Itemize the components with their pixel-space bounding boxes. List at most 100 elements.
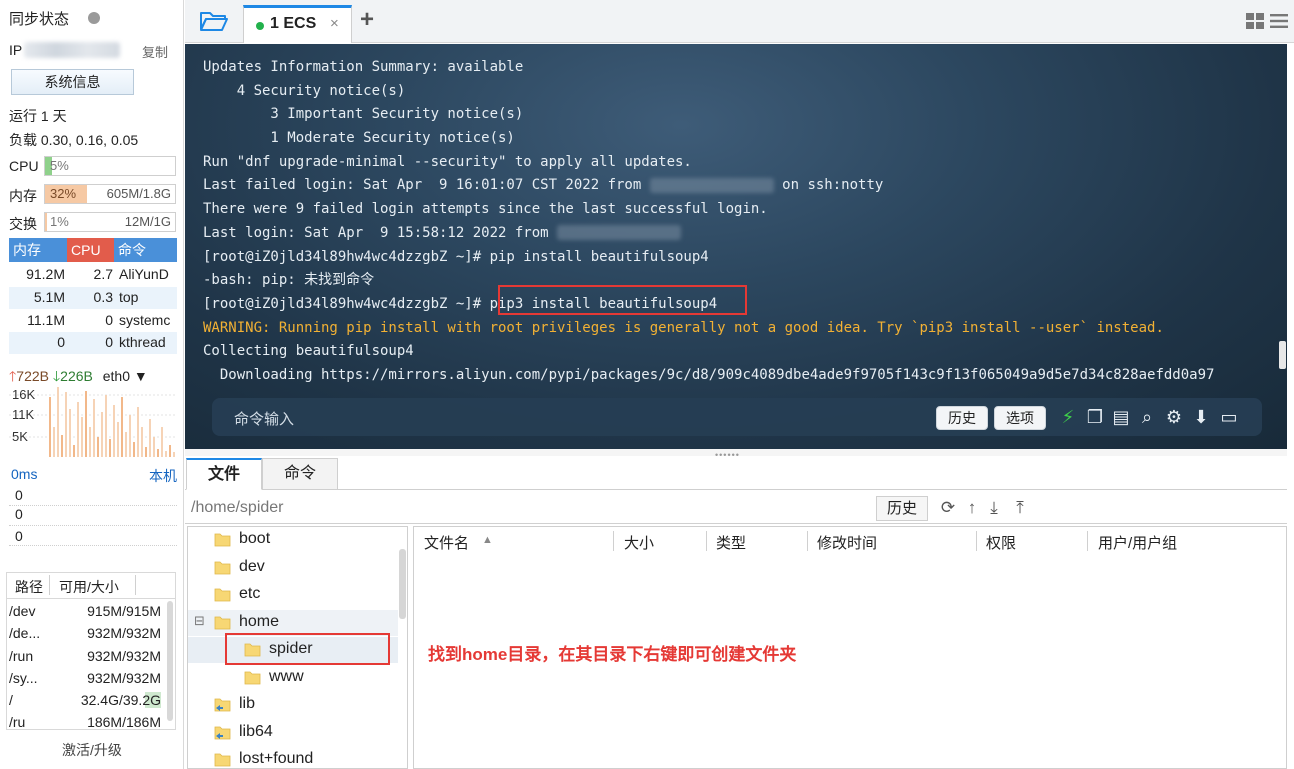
column-modified[interactable]: 修改时间 [817, 532, 877, 553]
tree-folder-www[interactable]: www [188, 665, 398, 691]
session-tab-bar: 1 ECS × + [185, 0, 1294, 43]
tab-ecs-session[interactable]: 1 ECS × [243, 5, 352, 43]
tree-scrollbar[interactable] [399, 549, 406, 619]
disk-row[interactable]: /sy... 932M/932M [7, 668, 167, 690]
net-tick-label: 11K [12, 407, 34, 422]
panel-splitter[interactable]: •••••• [185, 449, 1287, 460]
net-traffic-bar [125, 432, 127, 457]
proc-header-mem[interactable]: 内存 [9, 238, 67, 262]
path-history-button[interactable]: 历史 [876, 496, 928, 521]
terminal-scrollbar[interactable] [1279, 341, 1286, 369]
command-input-placeholder[interactable]: 命令输入 [234, 408, 294, 429]
column-owner[interactable]: 用户/用户组 [1098, 532, 1177, 553]
tree-item-label: dev [239, 557, 265, 575]
menu-icon[interactable] [1270, 13, 1288, 29]
tab-commands[interactable]: 命令 [262, 458, 338, 490]
refresh-icon[interactable]: ⟳ [937, 497, 959, 519]
disk-path: / [9, 692, 13, 708]
terminal-line-text: [root@iZ0jld34l89hw4wc4dzzgbZ ~]# pip in… [203, 248, 709, 265]
proc-cmd: systemc [119, 312, 171, 328]
swap-value: 12M/1G [124, 214, 171, 229]
net-traffic-bar [105, 395, 107, 457]
swap-percent: 1% [50, 214, 69, 229]
tree-folder-lost-found[interactable]: lost+found [188, 747, 398, 768]
disk-header-path[interactable]: 路径 [15, 577, 43, 597]
proc-header-cpu[interactable]: CPU [67, 238, 114, 262]
net-traffic-bar [97, 437, 99, 457]
disk-size: 932M/932M [87, 625, 161, 641]
history-button[interactable]: 历史 [936, 406, 988, 430]
command-input-bar[interactable]: 命令输入 历史 选项 ⚡ ❐ ▤ ⌕ ⚙ ⬇ ▭ [212, 398, 1262, 436]
close-icon[interactable]: × [330, 15, 339, 32]
disk-table-scrollbar[interactable] [167, 601, 173, 721]
process-row[interactable]: 5.1M 0.3 top [9, 287, 177, 309]
disk-size: 932M/932M [87, 648, 161, 664]
tree-folder-lib64[interactable]: lib64 [188, 720, 398, 746]
terminal-line-text: 1 Moderate Security notice(s) [203, 130, 515, 147]
terminal-line: Run "dnf upgrade-minimal --security" to … [203, 151, 1214, 175]
paste-icon[interactable]: ▤ [1110, 405, 1132, 429]
net-traffic-bar [157, 449, 159, 457]
open-folder-icon[interactable] [199, 9, 229, 33]
process-row[interactable]: 0 0 kthread [9, 332, 177, 354]
ping-gridline [9, 525, 177, 526]
disk-header-size[interactable]: 可用/大小 [59, 577, 119, 597]
memory-meter: 32% 605M/1.8G [44, 184, 176, 204]
disk-row[interactable]: /run 932M/932M [7, 646, 167, 668]
tree-folder-etc[interactable]: etc [188, 582, 398, 608]
column-size[interactable]: 大小 [624, 532, 654, 553]
tree-folder-home[interactable]: ⊟ home [188, 609, 398, 636]
gear-icon[interactable]: ⚙ [1163, 405, 1185, 429]
system-info-button[interactable]: 系统信息 [11, 69, 134, 95]
add-tab-icon[interactable]: + [360, 7, 374, 33]
copy-ip-button[interactable]: 复制 [142, 42, 168, 61]
activate-upgrade-link[interactable]: 激活/升级 [0, 740, 184, 760]
tree-item-label: boot [239, 530, 271, 547]
disk-path: /dev [9, 603, 36, 619]
proc-header-cmd[interactable]: 命令 [114, 238, 177, 262]
disk-table: 路径 可用/大小 /dev 915M/915M /de... 932M/932M… [6, 572, 176, 730]
process-row[interactable]: 91.2M 2.7 AliYunD [9, 264, 177, 286]
collapse-icon[interactable]: ⊟ [194, 613, 205, 629]
net-traffic-bar [113, 405, 115, 457]
process-row[interactable]: 11.1M 0 systemc [9, 310, 177, 332]
current-path-input[interactable]: /home/spider [191, 499, 284, 517]
upload-icon[interactable]: ⤒ [1009, 497, 1031, 519]
disk-size: 932M/932M [87, 670, 161, 686]
column-filename[interactable]: 文件名 [424, 532, 469, 553]
terminal-line: 1 Moderate Security notice(s) [203, 127, 1214, 151]
window-icon[interactable]: ▭ [1218, 405, 1240, 429]
net-traffic-bar [145, 447, 147, 457]
tree-folder-boot[interactable]: boot [188, 527, 398, 553]
swap-label: 交换 [9, 216, 37, 232]
terminal-line-text: Downloading https://mirrors.aliyun.com/p… [203, 366, 1215, 383]
tree-folder-lib[interactable]: lib [188, 692, 398, 718]
load-average-text: 负载 0.30, 0.16, 0.05 [9, 132, 139, 148]
disk-row[interactable]: /de... 932M/932M [7, 623, 167, 645]
layout-grid-icon[interactable] [1246, 13, 1264, 29]
terminal-line-text: Collecting beautifulsoup4 [203, 343, 414, 360]
terminal-line: 3 Important Security notice(s) [203, 103, 1214, 127]
download-icon[interactable]: ⤓ [983, 497, 1005, 519]
download-arrow-icon[interactable]: ⬇ [1190, 405, 1212, 429]
tab-files[interactable]: 文件 [186, 458, 262, 490]
up-directory-icon[interactable]: ↑ [961, 497, 983, 519]
lightning-icon[interactable]: ⚡ [1057, 405, 1079, 429]
column-permissions[interactable]: 权限 [986, 532, 1016, 553]
options-button[interactable]: 选项 [994, 406, 1046, 430]
column-type[interactable]: 类型 [716, 532, 746, 553]
disk-row[interactable]: / 32.4G/39.2G [7, 690, 167, 712]
tree-folder-dev[interactable]: dev [188, 555, 398, 581]
disk-row[interactable]: /dev 915M/915M [7, 601, 167, 623]
disk-row[interactable]: /ru 186M/186M [7, 712, 167, 729]
terminal-output[interactable]: Updates Information Summary: available 4… [185, 44, 1287, 449]
tab-label: 1 ECS [270, 15, 317, 32]
net-traffic-bar [133, 442, 135, 457]
search-icon[interactable]: ⌕ [1136, 405, 1158, 429]
terminal-line-text: 3 Important Security notice(s) [203, 106, 524, 123]
ping-target-local[interactable]: 本机 [149, 466, 177, 486]
terminal-line-text: Updates Information Summary: available [203, 59, 524, 75]
terminal-line: There were 9 failed login attempts since… [203, 198, 1214, 222]
proc-cpu: 0 [105, 334, 113, 350]
copy-icon[interactable]: ❐ [1084, 405, 1106, 429]
